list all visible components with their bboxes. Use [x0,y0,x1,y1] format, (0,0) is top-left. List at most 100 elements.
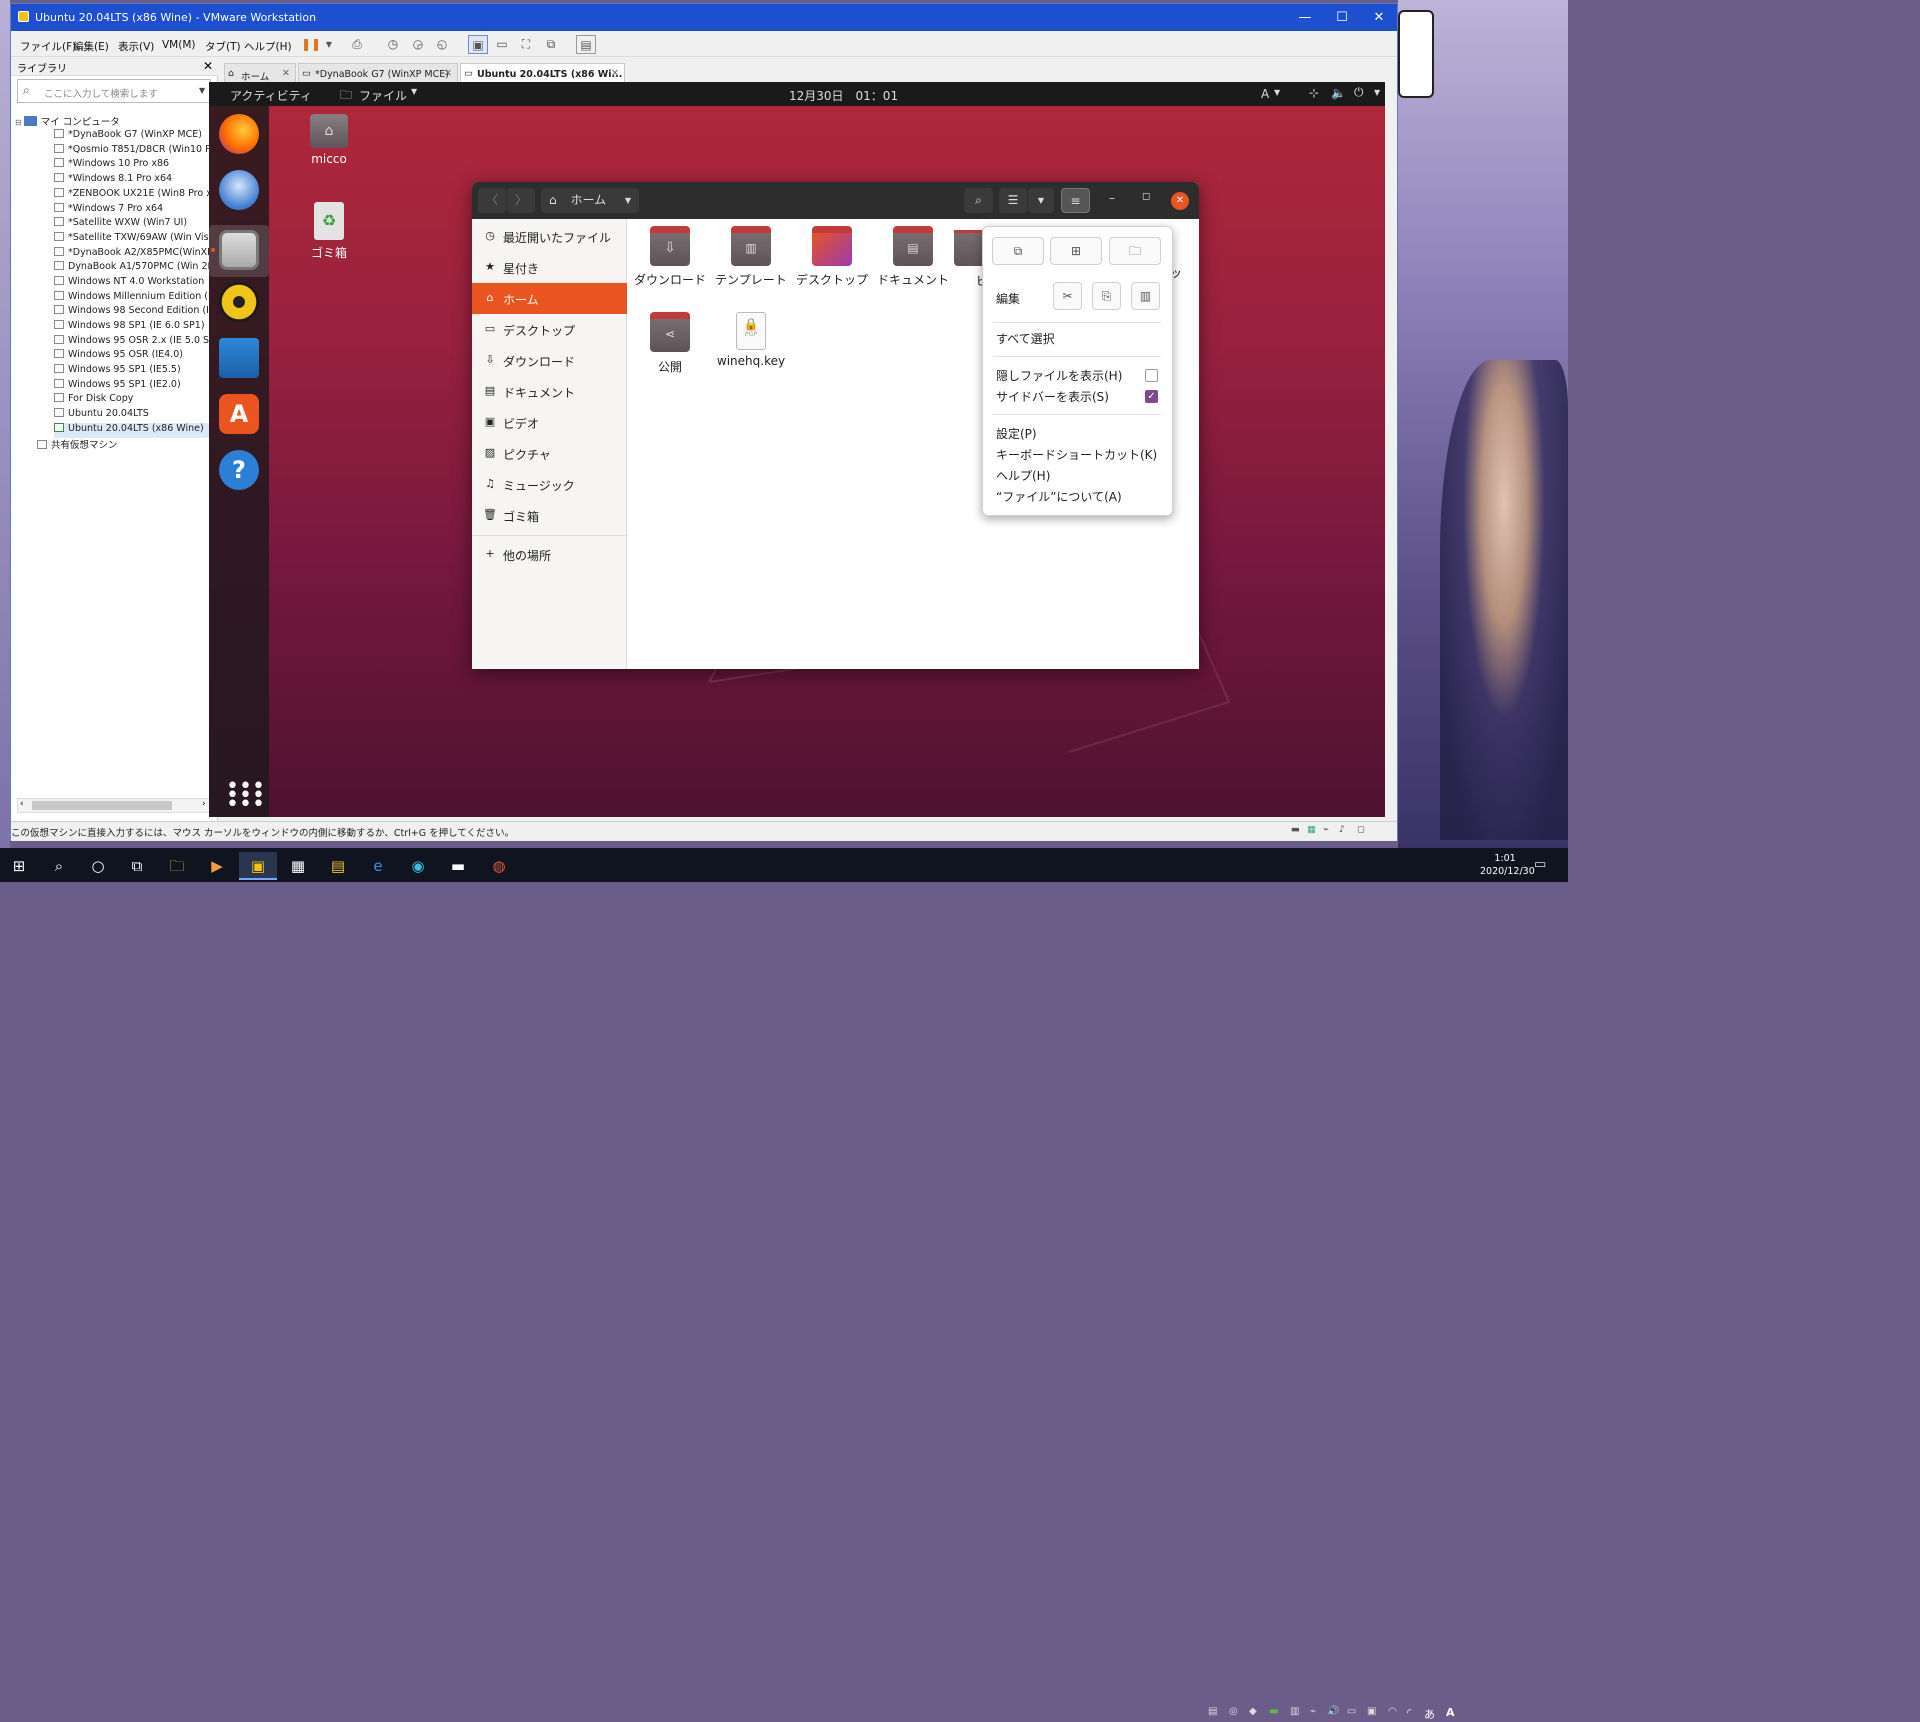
tab-close-icon[interactable]: ✕ [282,68,290,79]
sidebar-item-desktop[interactable]: ▭ デスクトップ [472,314,627,345]
minimize-window-button[interactable]: – [1109,191,1115,205]
scroll-left-icon[interactable]: ‹ [20,799,24,809]
software-center-icon[interactable]: A [219,394,259,434]
network-icon[interactable]: ⊹ [1309,86,1319,100]
new-folder-button[interactable]: 🗀 [1109,237,1161,265]
app-icon[interactable]: ▦ [279,852,317,880]
new-window-button[interactable]: ⧉ [992,237,1044,265]
send-ctrl-alt-del-icon[interactable]: ⎙ [347,35,367,54]
path-bar[interactable]: ⌂ ホーム ▼ [541,188,639,213]
system-menu-arrow-icon[interactable]: ▼ [1374,88,1380,97]
thumbnail-bar-icon[interactable]: ▭ [492,35,512,54]
unity-icon[interactable]: ⧉ [541,35,561,54]
power-icon[interactable]: ⏻ [1354,85,1364,100]
ime-mode-icon[interactable]: A [1446,1706,1460,1720]
tray-icon[interactable]: ▬ [1269,1706,1283,1720]
network-icon[interactable]: ▦ [1307,824,1316,835]
input-method[interactable]: A [1261,87,1269,101]
sidebar-item-pictures[interactable]: ▨ ピクチャ [472,438,627,469]
library-search-input[interactable]: ⌕ ここに入力して検索します ▼ [17,79,211,103]
sidebar-item-music[interactable]: ♫ ミュージック [472,469,627,500]
menu-view[interactable]: 表示(V) [118,39,154,54]
volume-icon[interactable]: 🔊 [1327,1706,1341,1720]
fullscreen-icon[interactable]: ⛶ [516,35,536,54]
sidebar-item-other-locations[interactable]: + 他の場所 [472,539,627,570]
folder-downloads[interactable]: ⇩ ダウンロード [630,226,710,289]
pause-icon[interactable]: ❚❚ [301,35,321,54]
select-all-item[interactable]: すべて選択 [996,330,1055,347]
copy-button[interactable]: ⎘ [1092,282,1121,310]
cortana-icon[interactable]: ○ [79,852,117,880]
app-menu-button[interactable]: ファイル [359,87,407,104]
vmware-taskbar-icon[interactable]: ▣ [239,852,277,880]
media-player-icon[interactable]: ▶ [198,852,236,880]
desktop-trash[interactable]: ♻ ゴミ箱 [299,202,359,261]
close-button[interactable]: ✕ [1360,4,1398,31]
sidebar-item-videos[interactable]: ▣ ビデオ [472,407,627,438]
console-view-icon[interactable]: ▤ [576,35,596,54]
folder-public[interactable]: ⋖ 公開 [630,312,710,375]
sound-icon[interactable]: ♪ [1339,824,1345,835]
show-hidden-item[interactable]: 隠しファイルを表示(H) [996,367,1122,384]
hdd-icon[interactable]: ▬ [1291,824,1300,835]
sidebar-item-starred[interactable]: ★ 星付き [472,252,627,283]
folder-videos-partial[interactable]: ビ [954,230,984,289]
show-hidden-checkbox[interactable] [1145,369,1158,382]
pause-dropdown-icon[interactable]: ▼ [319,35,339,54]
folder-desktop[interactable]: デスクトップ [792,226,872,289]
edge-icon[interactable]: ◉ [399,852,437,880]
sidebar-item-documents[interactable]: ▤ ドキュメント [472,376,627,407]
sidebar-item-recent[interactable]: ◷ 最近開いたファイル [472,221,627,252]
snapshot-manager-icon[interactable]: ◵ [432,35,452,54]
help-item[interactable]: ヘルプ(H) [996,467,1050,484]
help-icon[interactable]: ? [219,450,259,490]
library-horizontal-scrollbar[interactable]: ‹ › [17,798,211,813]
notifications-icon[interactable]: ▭ [1534,857,1546,872]
keyboard-shortcuts-item[interactable]: キーボードショートカット(K) [996,446,1157,463]
tray-icon[interactable]: ⌁ [1310,1706,1324,1720]
tray-icon[interactable]: ▤ [1208,1706,1222,1720]
show-library-icon[interactable]: ▣ [468,35,488,54]
view-options-button[interactable]: ▼ [1028,188,1054,213]
tab-close-icon[interactable]: ✕ [444,68,452,79]
view-list-button[interactable]: ☰ [999,188,1027,213]
sidebar-item-downloads[interactable]: ⇩ ダウンロード [472,345,627,376]
scrollbar-thumb[interactable] [32,801,172,810]
show-sidebar-checkbox[interactable]: ✓ [1145,390,1158,403]
search-icon[interactable]: ⌕ [40,852,78,880]
wifi-icon[interactable]: ◠ [1388,1706,1402,1720]
snapshot-icon[interactable]: ◷ [383,35,403,54]
files-icon[interactable] [219,230,259,270]
sidebar-item-home[interactable]: ⌂ ホーム [472,283,627,314]
firefox-icon[interactable] [219,114,259,154]
menu-file[interactable]: ファイル(F) [20,39,76,54]
folder-documents[interactable]: ▤ ドキュメント [873,226,953,289]
ime-indicator[interactable]: あ [1424,1706,1438,1721]
paste-button[interactable]: ▥ [1131,282,1160,310]
show-sidebar-item[interactable]: サイドバーを表示(S) [996,388,1109,405]
taskbar-clock[interactable]: 1:01 2020/12/30 [1480,852,1535,878]
folder-app-icon[interactable]: ▤ [319,852,357,880]
usb-icon[interactable]: ⌁ [1323,824,1329,835]
task-view-icon[interactable]: ⧉ [118,852,156,880]
wifi-status-icon[interactable]: ◜ [1407,1706,1421,1720]
maximize-button[interactable]: ☐ [1323,4,1361,31]
thunderbird-icon[interactable] [219,170,259,210]
menu-tab[interactable]: タブ(T) [205,39,241,54]
collapse-icon[interactable]: ⊟ [15,118,22,127]
rhythmbox-icon[interactable] [219,282,259,322]
tab-close-icon[interactable]: ✕ [611,68,619,79]
maximize-window-button[interactable]: ◻ [1142,191,1150,202]
ubuntu-guest-screen[interactable]: アクティビティ 🗀 ファイル ▼ 12月30日 01：01 A ▼ ⊹ 🔈 ⏻ … [209,82,1385,817]
close-window-button[interactable]: ✕ [1171,192,1189,210]
desktop-home-folder[interactable]: ⌂ micco [299,114,359,166]
menu-edit[interactable]: 編集(E) [73,39,109,54]
show-applications-icon[interactable]: ••• ••• ••• [226,776,265,816]
internet-explorer-icon[interactable]: e [359,852,397,880]
hamburger-menu-button[interactable]: ≡ [1061,188,1090,213]
chrome-icon[interactable]: ◍ [480,852,518,880]
activities-button[interactable]: アクティビティ [230,87,312,104]
battery-icon[interactable]: ▭ [1347,1706,1361,1720]
file-explorer-icon[interactable]: 🗀 [158,852,196,880]
minimize-button[interactable]: — [1286,4,1324,31]
